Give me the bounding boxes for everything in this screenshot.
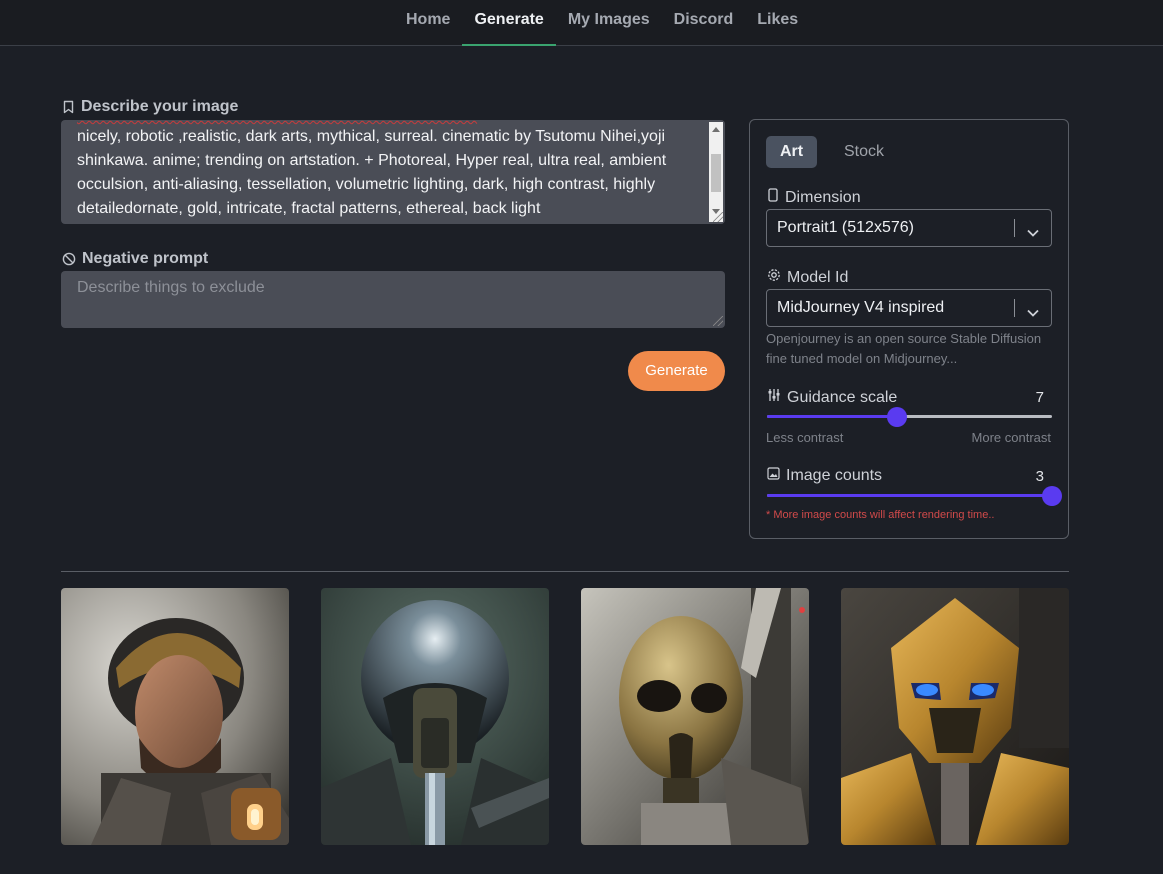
chevron-down-icon[interactable] <box>1027 304 1039 322</box>
image-counts-slider[interactable] <box>767 486 1062 506</box>
guidance-scale-label-text: Guidance scale <box>787 388 898 406</box>
resize-handle-icon[interactable] <box>713 212 723 222</box>
image-counts-label: Image counts <box>767 467 882 485</box>
nav-my-images[interactable]: My Images <box>556 0 662 46</box>
settings-panel: Art Stock Dimension Portrait1 (512x576) … <box>749 119 1069 539</box>
negative-prompt-textarea[interactable]: Describe things to exclude <box>61 271 725 328</box>
image-counts-warning: * More image counts will affect renderin… <box>766 509 995 521</box>
model-id-label-text: Model Id <box>787 268 849 286</box>
nav-discord[interactable]: Discord <box>662 0 746 46</box>
model-id-label: Model Id <box>767 268 848 287</box>
negative-prompt-label: Negative prompt <box>62 250 208 268</box>
phone-icon <box>767 188 779 207</box>
select-separator <box>1014 219 1015 237</box>
slider-track-fill <box>767 494 1052 497</box>
main-nav: Home Generate My Images Discord Likes <box>394 0 810 46</box>
prompt-line: occulsion, anti-aliasing, tessellation, … <box>77 176 656 193</box>
generated-image-4[interactable] <box>841 588 1069 845</box>
slider-thumb[interactable] <box>1042 486 1062 506</box>
guidance-scale-label: Guidance scale <box>767 388 897 407</box>
prompt-line: detailedornate, gold, intricate, fractal… <box>77 200 541 217</box>
prompt-scrollbar[interactable] <box>709 122 723 222</box>
resize-handle-icon[interactable] <box>713 316 723 326</box>
bookmark-icon <box>62 100 75 114</box>
prompt-text: ........................................… <box>77 120 703 221</box>
model-value: MidJourney V4 inspired <box>777 299 945 316</box>
nav-home[interactable]: Home <box>394 0 462 46</box>
chevron-down-icon[interactable] <box>1027 224 1039 242</box>
prompt-label: Describe your image <box>62 98 238 116</box>
guidance-scale-slider[interactable] <box>767 407 1052 427</box>
generated-image-3[interactable] <box>581 588 809 845</box>
dimension-select[interactable]: Portrait1 (512x576) <box>766 209 1052 247</box>
prompt-line: shinkawa. anime; trending on artstation.… <box>77 152 667 169</box>
dimension-value: Portrait1 (512x576) <box>777 219 914 236</box>
top-navbar: Home Generate My Images Discord Likes <box>0 0 1163 46</box>
nav-likes[interactable]: Likes <box>745 0 810 46</box>
model-select[interactable]: MidJourney V4 inspired <box>766 289 1052 327</box>
nav-generate[interactable]: Generate <box>462 0 556 46</box>
generated-image-1[interactable] <box>61 588 289 845</box>
image-counts-value: 3 <box>1035 468 1044 485</box>
scroll-up-arrow-icon[interactable] <box>712 127 720 132</box>
prohibited-icon <box>62 252 76 266</box>
generate-button[interactable]: Generate <box>628 351 725 391</box>
slider-thumb[interactable] <box>886 407 907 427</box>
generated-image-2[interactable] <box>321 588 549 845</box>
scroll-thumb[interactable] <box>711 154 721 192</box>
dimension-label: Dimension <box>767 188 861 207</box>
guidance-scale-value: 7 <box>1035 389 1044 406</box>
image-icon <box>767 467 780 485</box>
negative-prompt-label-text: Negative prompt <box>82 250 209 267</box>
prompt-line: nicely, robotic ,realistic, dark arts, m… <box>77 128 666 145</box>
tab-stock[interactable]: Stock <box>830 136 898 168</box>
gear-icon <box>767 268 781 287</box>
section-divider <box>61 571 1069 572</box>
prompt-textarea[interactable]: ........................................… <box>61 120 725 224</box>
tab-art[interactable]: Art <box>766 136 818 168</box>
dimension-label-text: Dimension <box>785 188 861 206</box>
image-counts-label-text: Image counts <box>786 467 883 484</box>
model-description: Openjourney is an open source Stable Dif… <box>766 331 1042 366</box>
sliders-icon <box>767 388 781 407</box>
less-contrast-label: Less contrast <box>766 430 844 445</box>
negative-prompt-placeholder: Describe things to exclude <box>77 279 265 296</box>
more-contrast-label: More contrast <box>971 430 1051 445</box>
select-separator <box>1014 299 1015 317</box>
slider-track-fill <box>767 415 897 418</box>
prompt-label-text: Describe your image <box>81 98 239 115</box>
